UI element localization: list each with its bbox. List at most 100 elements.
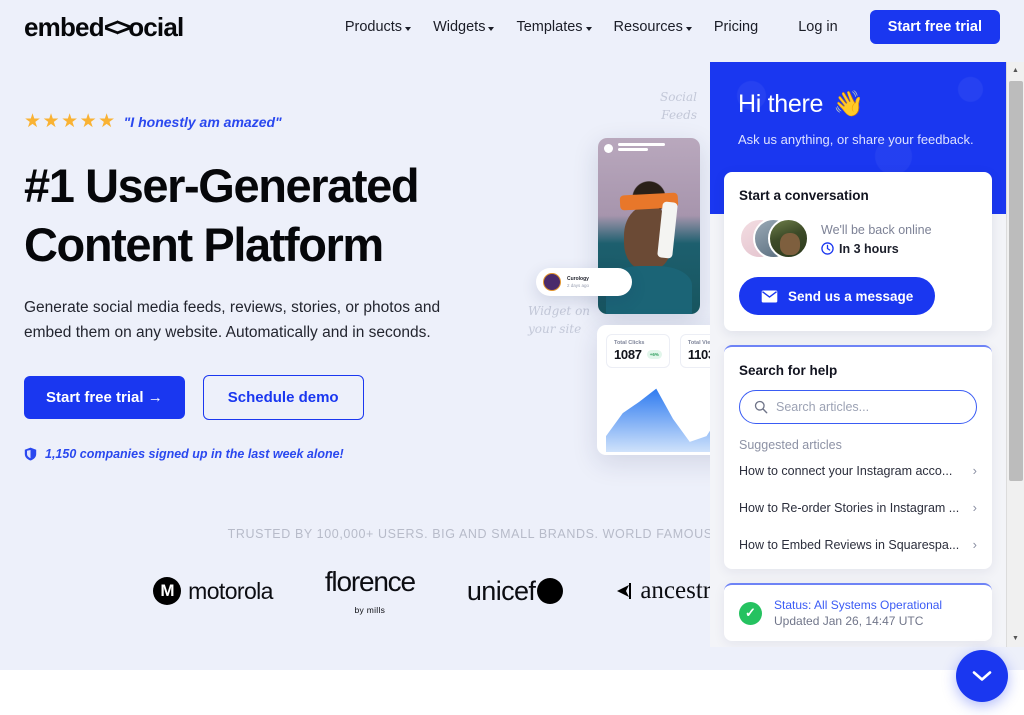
envelope-icon — [761, 290, 778, 302]
check-circle-icon: ✓ — [739, 601, 762, 625]
system-status-card[interactable]: ✓ Status: All Systems Operational Update… — [724, 583, 992, 641]
nav-item-templates[interactable]: Templates — [516, 19, 592, 35]
logo-unicef: unicef — [467, 576, 564, 607]
start-conversation-card: Start a conversation We'll be back onlin… — [724, 172, 992, 331]
article-title: How to Embed Reviews in Squarespa... — [739, 537, 960, 552]
search-input[interactable]: Search articles... — [739, 390, 977, 424]
article-title: How to connect your Instagram acco... — [739, 463, 953, 478]
logo-text-part1: embed — [24, 11, 105, 42]
login-link[interactable]: Log in — [798, 19, 838, 35]
nav-item-pricing[interactable]: Pricing — [714, 19, 758, 35]
rating-row: ★★★★★ "I honestly am amazed" — [24, 112, 494, 131]
post-avatar — [604, 143, 613, 153]
star-rating-icon: ★★★★★ — [24, 111, 117, 132]
logo-ancestry: ancestry — [615, 577, 724, 605]
article-title: How to Re-order Stories in Instagram ... — [739, 500, 960, 515]
article-item[interactable]: How to Re-order Stories in Instagram ...… — [739, 489, 977, 526]
chevron-down-icon — [685, 27, 692, 31]
annotation-social-feeds: Social Feeds — [660, 90, 697, 122]
signup-note-text: 1,150 companies signed up in the last we… — [45, 446, 344, 461]
signup-note: 1,150 companies signed up in the last we… — [24, 447, 494, 461]
start-free-trial-button[interactable]: Start free trial — [869, 10, 1000, 44]
avatar — [768, 218, 809, 259]
chat-subtitle: Ask us anything, or share your feedback. — [738, 132, 974, 147]
chat-widget: Hi there 👋 Ask us anything, or share you… — [710, 62, 1024, 647]
florence-sublabel: by mills — [354, 604, 386, 615]
chat-widget-body: Hi there 👋 Ask us anything, or share you… — [710, 62, 1006, 647]
logo-florence: florence by mills — [324, 565, 416, 615]
chat-greeting: Hi there — [738, 90, 824, 118]
chevron-down-icon — [972, 671, 992, 681]
hero-content: ★★★★★ "I honestly am amazed" #1 User-Gen… — [24, 112, 494, 461]
clock-icon — [821, 242, 834, 255]
chat-greeting-row: Hi there 👋 — [738, 90, 978, 119]
status-updated: Updated Jan 26, 14:47 UTC — [774, 614, 924, 628]
article-item[interactable]: How to connect your Instagram acco... › — [739, 452, 977, 489]
ancestry-leaf-icon — [617, 583, 632, 599]
logo-motorola: M motorola — [153, 577, 273, 605]
stat-badge: +6% — [646, 350, 662, 359]
scrollbar-thumb[interactable] — [1008, 81, 1023, 481]
motorola-mark-icon: M — [153, 577, 182, 605]
suggested-articles-label: Suggested articles — [739, 438, 842, 452]
widget-scrollbar[interactable]: ▲ ▼ — [1006, 62, 1024, 647]
annotation-widget-on-your-site: Widget on your site — [528, 304, 591, 336]
nav-label-pricing: Pricing — [713, 19, 759, 35]
search-icon — [754, 400, 768, 414]
search-help-title: Search for help — [739, 363, 838, 378]
chevron-down-icon — [488, 27, 495, 31]
florence-label: florence — [324, 565, 416, 597]
article-item[interactable]: How to Embed Reviews in Squarespa... › — [739, 526, 977, 563]
chevron-right-icon: › — [972, 537, 977, 552]
nav-label-templates: Templates — [516, 19, 583, 35]
logo-bracket-icon: <> — [103, 11, 131, 42]
waving-hand-icon: 👋 — [833, 90, 864, 118]
chevron-right-icon: › — [972, 500, 977, 515]
nav-item-resources[interactable]: Resources — [614, 19, 692, 35]
availability-eta-text: In 3 hours — [839, 241, 899, 256]
start-conversation-title: Start a conversation — [739, 188, 869, 203]
availability-status: We'll be back online — [821, 222, 932, 237]
scrollbar-track[interactable] — [1007, 79, 1024, 630]
notification-text: Curology 2 days ago — [567, 276, 589, 289]
shield-icon — [24, 447, 37, 461]
main-navigation: Products Widgets Templates Resources Pri… — [345, 10, 1024, 44]
site-header: embed <> ocial Products Widgets Templates … — [0, 0, 1024, 54]
scroll-up-arrow-icon[interactable]: ▲ — [1006, 62, 1024, 79]
nav-item-widgets[interactable]: Widgets — [433, 19, 495, 35]
stat-label: Total Clicks — [614, 340, 645, 346]
nav-item-products[interactable]: Products — [344, 19, 412, 35]
page-title: #1 User-Generated Content Platform — [24, 159, 420, 271]
brand-logo[interactable]: embed <> ocial — [24, 11, 184, 43]
status-badge: Status: All Systems Operational — [774, 598, 943, 612]
motorola-label: motorola — [188, 577, 273, 604]
nav-label-resources: Resources — [613, 19, 683, 35]
hero-cta-row: Start free trial → Schedule demo — [24, 374, 494, 420]
stat-value: 1087 — [614, 347, 642, 362]
stat-total-clicks: Total Clicks 1087 +6% — [606, 334, 670, 368]
nav-label-products: Products — [344, 19, 403, 35]
nav-label-widgets: Widgets — [433, 19, 486, 35]
send-us-a-message-button[interactable]: Send us a message — [739, 277, 936, 315]
schedule-demo-button[interactable]: Schedule demo — [202, 374, 364, 420]
send-message-label: Send us a message — [788, 288, 914, 304]
notification-title: Curology — [567, 275, 589, 282]
search-help-card: Search for help Search articles... Sugge… — [724, 345, 992, 569]
post-meta-lines — [618, 143, 694, 153]
agent-avatars — [739, 217, 809, 261]
chevron-down-icon — [585, 27, 592, 31]
scroll-down-arrow-icon[interactable]: ▼ — [1006, 630, 1024, 647]
notification-card: Curology 2 days ago — [536, 268, 632, 296]
notification-avatar — [543, 273, 561, 291]
availability-eta: In 3 hours — [821, 242, 932, 256]
chevron-down-icon — [405, 27, 412, 31]
notification-subtitle: 2 days ago — [567, 283, 590, 289]
chat-toggle-button[interactable] — [956, 650, 1008, 702]
search-placeholder: Search articles... — [776, 400, 870, 414]
rating-quote: "I honestly am amazed" — [123, 113, 282, 130]
hero-subheading: Generate social media feeds, reviews, st… — [24, 298, 441, 341]
unicef-emblem-icon — [537, 578, 564, 604]
post-header — [598, 138, 700, 158]
availability-text: We'll be back online In 3 hours — [821, 223, 932, 256]
hero-start-free-trial-button[interactable]: Start free trial → — [24, 375, 185, 419]
